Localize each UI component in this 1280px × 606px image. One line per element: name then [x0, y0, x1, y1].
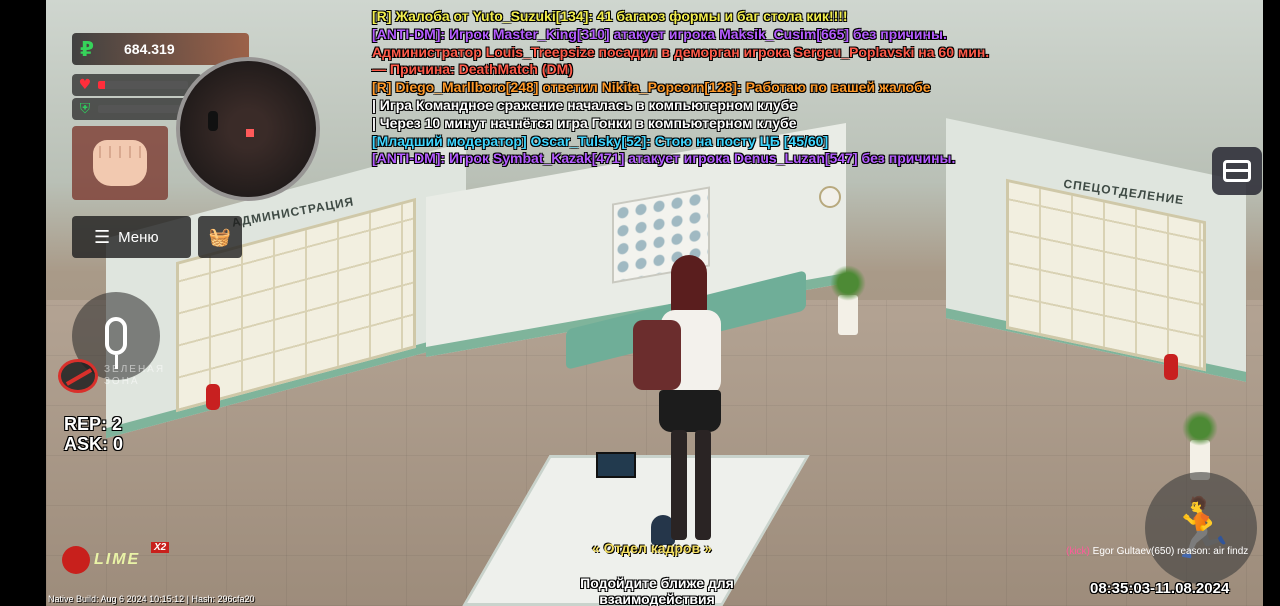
health-track	[98, 81, 188, 89]
character-leg	[671, 430, 687, 540]
no-weapon-icon	[58, 359, 98, 393]
chat-line: | Игра Командное сражение началась в ком…	[372, 96, 798, 113]
money-display: ₽ 684.319	[72, 33, 249, 65]
shop-button[interactable]: 🧺	[198, 216, 242, 258]
desk-monitor	[596, 452, 636, 478]
minimap[interactable]	[176, 57, 320, 201]
kick-text: Egor Gultaev(650) reason: air findz	[1092, 546, 1249, 557]
fire-extinguisher	[1164, 354, 1178, 380]
character-hair	[671, 255, 707, 315]
chat-line: Администратор Louis_Treepsize посадил в …	[372, 43, 990, 60]
kick-tag: (kick)	[1066, 546, 1090, 557]
letterbox-right	[1263, 0, 1280, 606]
logo-text: LIME	[94, 551, 141, 568]
money-value: 684.319	[124, 41, 175, 57]
green-zone-indicator: ЗЕЛЕНАЯ ЗОНА	[58, 358, 188, 394]
chat-line: | Через 10 минут начнётся игра Гонки в к…	[372, 114, 797, 131]
build-info: Native Build: Aug 6 2024 10:15:12 | Hash…	[48, 594, 255, 604]
weapon-slot[interactable]	[72, 126, 168, 200]
character-backpack	[633, 320, 681, 390]
npc-label: « Отдел кадров »	[592, 540, 712, 556]
ruble-icon: ₽	[80, 37, 94, 61]
green-zone-label: ЗЕЛЕНАЯ ЗОНА	[104, 364, 166, 387]
chest-icon	[1223, 160, 1251, 182]
minimap-player-icon	[208, 111, 218, 131]
armor-track	[98, 105, 188, 113]
sprint-button[interactable]: 🏃	[1145, 472, 1257, 584]
interaction-hint: Подойдите ближе для взаимодействия	[580, 575, 734, 606]
basket-icon: 🧺	[208, 226, 232, 248]
fist-icon	[93, 140, 147, 186]
menu-label: Меню	[118, 228, 159, 246]
health-bar: ♥	[72, 74, 202, 96]
kick-notification: (kick) Egor Gultaev(650) reason: air fin…	[1066, 546, 1248, 557]
inventory-button[interactable]	[1212, 147, 1262, 195]
character-leg	[695, 430, 711, 540]
logo-badge: X2	[151, 542, 170, 553]
chat-log: [R] Жалоба от Yuto_Suzuki[134]: 41 багаю…	[372, 8, 1092, 168]
potted-plant	[830, 265, 866, 335]
chat-line: [Младший модератор] Oscar_Tulsky[52]: Ст…	[372, 132, 829, 149]
heart-icon: ♥	[78, 77, 92, 93]
chat-line: [ANTI-DM]: Игрок Master_King[310] атакуе…	[372, 25, 947, 42]
rep-counter: REP: 2	[64, 414, 123, 434]
timestamp: 08:35:03-11.08.2024	[1090, 580, 1230, 597]
chat-line: [R] Diego_Marllboro[248] ответил Nikita_…	[372, 79, 931, 96]
microphone-icon	[105, 317, 127, 369]
chat-line: [ANTI-DM]: Игрок Symbat_Kazak[471] атаку…	[372, 150, 956, 167]
minimap-marker-icon	[246, 129, 254, 137]
player-character	[631, 255, 731, 545]
fire-extinguisher	[206, 384, 220, 410]
character-skirt	[659, 390, 721, 432]
chat-line: [R] Жалоба от Yuto_Suzuki[134]: 41 багаю…	[372, 8, 848, 24]
health-fill	[98, 81, 106, 89]
shield-icon: ⛨	[79, 101, 91, 117]
letterbox-left	[0, 0, 46, 606]
chat-line: — Причина: DeathMatch (DM)	[372, 61, 573, 78]
ask-counter: ASK: 0	[64, 434, 124, 454]
server-logo: LIME X2	[62, 542, 180, 578]
wall-clock	[819, 186, 841, 208]
menu-button[interactable]: ☰ Меню	[72, 216, 191, 258]
hamburger-icon: ☰	[94, 226, 111, 248]
lime-logo-icon	[62, 546, 90, 574]
